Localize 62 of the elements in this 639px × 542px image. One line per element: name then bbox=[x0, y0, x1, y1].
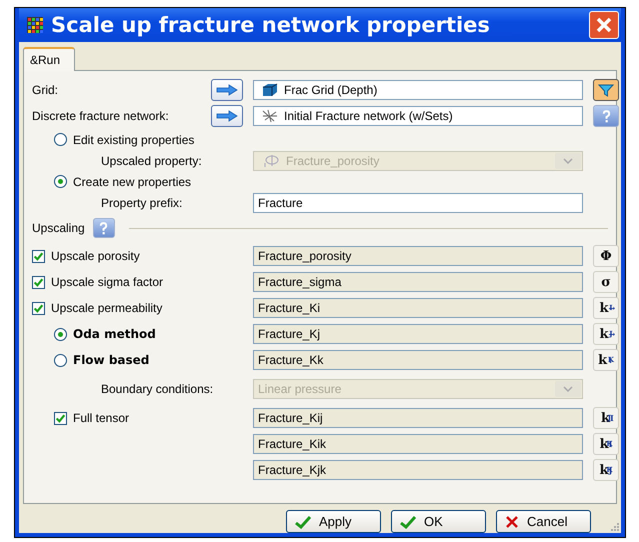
funnel-icon bbox=[598, 82, 614, 98]
output-name-field[interactable]: Fracture_sigma bbox=[253, 272, 583, 292]
radio-button[interactable] bbox=[54, 328, 67, 340]
chevron-down-icon bbox=[563, 158, 573, 164]
property-symbol-button[interactable]: σ bbox=[593, 271, 619, 293]
chevron-down-icon bbox=[563, 386, 573, 392]
cube-icon bbox=[262, 83, 278, 97]
arrow-icon bbox=[216, 110, 238, 122]
radio-button[interactable] bbox=[54, 175, 67, 188]
option-label: Create new properties bbox=[73, 174, 192, 188]
help-button[interactable] bbox=[92, 218, 115, 238]
confirm-button[interactable]: OK bbox=[391, 510, 486, 533]
section-label: Upscaling bbox=[32, 221, 85, 235]
check-icon bbox=[400, 514, 416, 528]
field-label: Property prefix: bbox=[101, 196, 184, 210]
option-label: Edit existing properties bbox=[73, 132, 194, 146]
radio-button[interactable] bbox=[54, 133, 67, 146]
field-label: Discrete fracture network: bbox=[32, 109, 170, 123]
confirm-button[interactable]: Apply bbox=[286, 510, 381, 533]
resize-grip[interactable] bbox=[609, 521, 619, 531]
checkbox[interactable] bbox=[32, 302, 45, 314]
output-name-field[interactable]: Fracture_Kik bbox=[253, 434, 583, 454]
option-label: Flow based bbox=[73, 353, 150, 367]
grid-field[interactable]: Frac Grid (Depth) bbox=[253, 80, 583, 100]
fracture-network-field[interactable]: Initial Fracture network (w/Sets) bbox=[253, 106, 583, 126]
cross-icon bbox=[505, 514, 519, 528]
check-icon bbox=[295, 514, 311, 528]
tab[interactable]: &Run bbox=[23, 47, 76, 71]
property-symbol-button[interactable]: Φ bbox=[593, 245, 619, 267]
checkbox-label: Full tensor bbox=[73, 411, 130, 425]
field-label: Upscaled property: bbox=[101, 154, 203, 168]
window-title: Scale up fracture network properties bbox=[51, 13, 491, 37]
radio-button[interactable] bbox=[54, 354, 67, 366]
option-label: Oda method bbox=[73, 327, 157, 341]
close-icon bbox=[594, 15, 614, 35]
output-name-field[interactable]: Fracture_Kk bbox=[253, 350, 583, 370]
question-mark-icon bbox=[602, 110, 610, 122]
app-icon bbox=[27, 17, 43, 33]
output-name-field[interactable]: Fracture_Kjk bbox=[253, 460, 583, 480]
fracture-icon bbox=[262, 109, 278, 123]
output-name-field[interactable]: Fracture_porosity bbox=[253, 246, 583, 266]
output-name-field[interactable]: Fracture_Kj bbox=[253, 324, 583, 344]
cancel-button[interactable]: Cancel bbox=[496, 510, 591, 533]
checkbox[interactable] bbox=[54, 412, 67, 424]
checkbox[interactable] bbox=[32, 250, 45, 262]
close-button[interactable] bbox=[589, 11, 619, 39]
output-name-field[interactable]: Fracture_Ki bbox=[253, 298, 583, 318]
help-button[interactable] bbox=[593, 105, 619, 127]
field-label: Grid: bbox=[32, 83, 60, 97]
property-icon bbox=[262, 154, 280, 168]
output-name-field[interactable]: Fracture_Kij bbox=[253, 408, 583, 428]
field-label: Boundary conditions: bbox=[101, 382, 214, 396]
question-mark-icon bbox=[99, 222, 108, 234]
checkbox-label: Upscale porosity bbox=[51, 249, 141, 263]
insert-arrow-button[interactable] bbox=[211, 79, 243, 101]
checkbox-label: Upscale sigma factor bbox=[51, 275, 164, 289]
arrow-icon bbox=[216, 84, 238, 96]
checkbox-label: Upscale permeability bbox=[51, 301, 164, 315]
checkbox[interactable] bbox=[32, 276, 45, 288]
property-prefix-field[interactable]: Fracture bbox=[253, 192, 583, 212]
insert-arrow-button[interactable] bbox=[211, 105, 243, 127]
filter-button[interactable] bbox=[593, 79, 619, 101]
